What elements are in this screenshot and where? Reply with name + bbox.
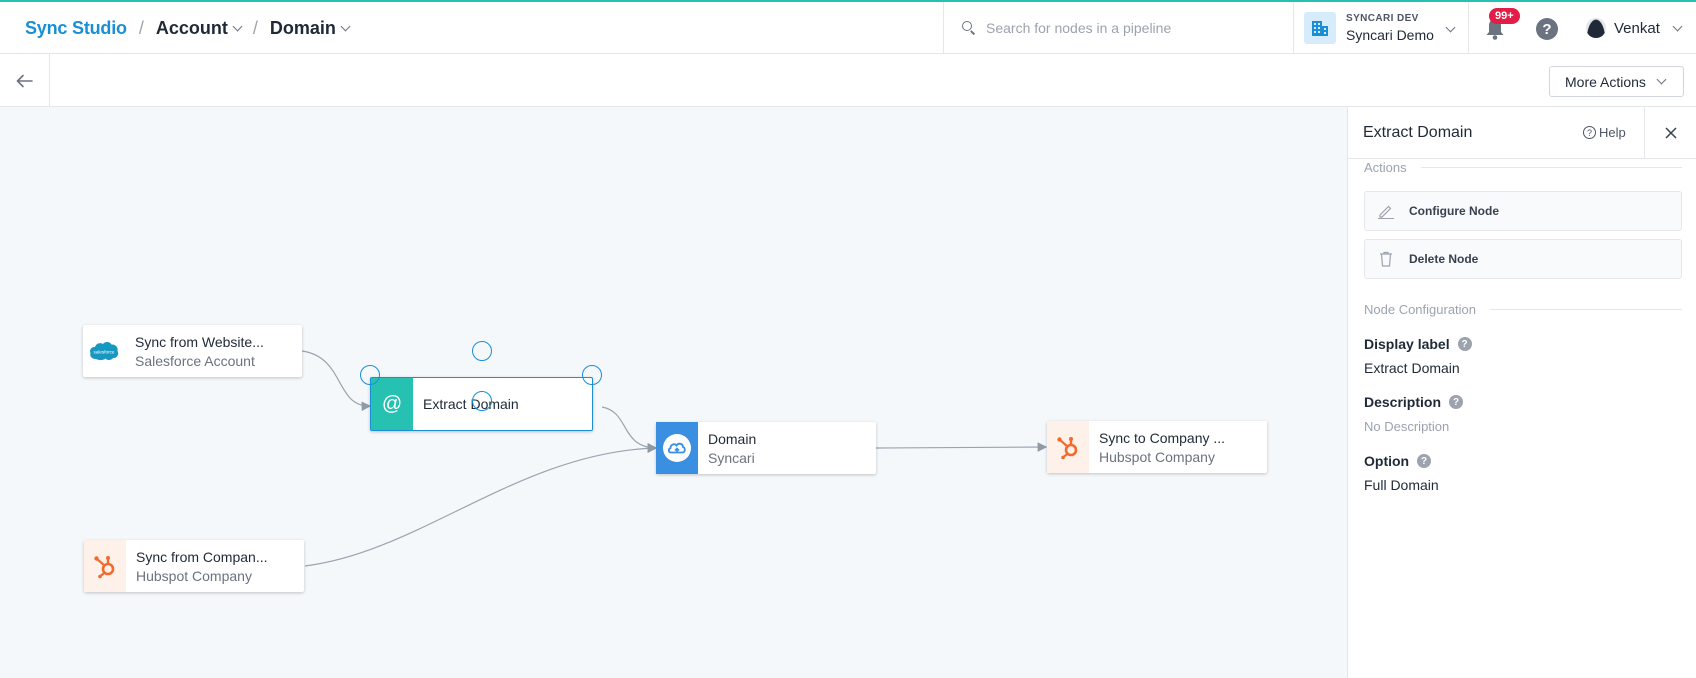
notification-badge: 99+ [1489,8,1520,24]
actions-section-label: Actions [1364,160,1407,175]
question-icon[interactable]: ? [1417,454,1432,468]
node-sync-to-company[interactable]: Sync to Company ... Hubspot Company [1047,421,1267,473]
building-icon [1304,12,1336,44]
breadcrumb-domain-label: Domain [269,17,336,38]
org-name: Syncari Demo [1346,27,1434,43]
pipeline-edges [301,350,1048,567]
configure-node-label: Configure Node [1409,204,1499,218]
arrow-left-icon [15,74,33,87]
breadcrumb-account[interactable]: Account [155,17,243,39]
pipeline-canvas[interactable]: salesforce Sync from Website... Salesfor… [0,107,1347,678]
description-field-label: Description ? [1364,394,1464,410]
panel-title: Extract Domain [1363,124,1473,141]
node-handle-right[interactable] [582,365,602,385]
node-title: Extract Domain [423,396,519,412]
node-details-panel: Extract Domain ? Help Actions Configure … [1347,107,1696,678]
node-handle-bottom[interactable] [472,391,492,411]
chevron-down-icon [1445,22,1456,33]
close-button[interactable] [1644,107,1696,159]
delete-node-button[interactable]: Delete Node [1364,239,1682,279]
user-name: Venkat [1614,19,1660,37]
hubspot-icon [1047,421,1089,473]
node-title: Sync from Website... [135,333,264,350]
panel-help-link[interactable]: ? Help [1583,125,1626,140]
node-domain[interactable]: Domain Syncari [656,422,876,474]
description-value: No Description [1364,419,1450,434]
configure-node-button[interactable]: Configure Node [1364,191,1682,231]
node-handle-left[interactable] [360,365,380,385]
breadcrumb: Sync Studio / Account / Domain [25,2,351,54]
config-section-title: Node Configuration [1364,302,1682,317]
back-button[interactable] [0,54,50,107]
panel-help-label: Help [1599,125,1626,140]
node-search [943,2,1293,54]
option-field-label: Option ? [1364,453,1432,469]
breadcrumb-separator: / [138,17,144,38]
top-header: Sync Studio / Account / Domain SYNCARI D… [0,2,1696,54]
field-label-text: Description [1364,394,1442,410]
actions-section-title: Actions [1364,160,1682,175]
org-environment: SYNCARI DEV [1346,13,1419,24]
display-label-value: Extract Domain [1364,360,1460,376]
salesforce-logo-text: salesforce [94,350,115,355]
at-sign-icon: @ [371,378,413,430]
cloud-sync-icon [656,422,698,474]
edge-company-to-domain [304,443,658,567]
question-icon: ? [1583,126,1596,139]
field-label-text: Display label [1364,336,1450,352]
toolbar: More Actions [0,54,1696,107]
question-icon[interactable]: ? [1449,395,1464,409]
node-subtitle: Salesforce Account [135,352,255,369]
trash-icon [1380,251,1392,267]
config-section-label: Node Configuration [1364,302,1477,317]
more-actions-button[interactable]: More Actions [1549,66,1684,97]
search-input[interactable] [986,20,1276,36]
node-title: Domain [708,430,757,447]
chevron-down-icon [1672,21,1683,31]
display-label-field-label: Display label ? [1364,336,1472,352]
node-sync-from-website[interactable]: salesforce Sync from Website... Salesfor… [83,325,302,377]
user-menu[interactable]: Venkat [1586,2,1683,54]
node-subtitle: Syncari [708,449,755,466]
node-title: Sync from Compan... [136,548,268,565]
chevron-down-icon [340,21,351,31]
pencil-icon [1378,205,1394,219]
at-symbol: @ [381,392,403,415]
chevron-down-icon [1656,74,1667,85]
close-icon [1665,127,1677,139]
more-actions-label: More Actions [1565,73,1646,90]
edge-domain-to-hubspot [875,442,1048,452]
option-value: Full Domain [1364,477,1439,493]
node-title: Sync to Company ... [1099,429,1226,446]
panel-header: Extract Domain ? Help [1348,107,1696,159]
edge-extract-to-domain [601,406,658,453]
help-icon[interactable]: ? [1536,18,1558,40]
delete-node-label: Delete Node [1409,252,1479,266]
salesforce-icon: salesforce [83,325,125,377]
node-subtitle: Hubspot Company [136,567,252,584]
chevron-down-icon [232,21,243,31]
field-label-text: Option [1364,453,1410,469]
hubspot-icon [84,540,126,592]
breadcrumb-separator: / [252,17,258,38]
breadcrumb-sync-studio[interactable]: Sync Studio [25,18,127,39]
question-icon[interactable]: ? [1457,337,1472,351]
node-subtitle: Hubspot Company [1099,448,1215,465]
breadcrumb-domain[interactable]: Domain [269,17,351,39]
org-switcher[interactable]: SYNCARI DEV Syncari Demo [1293,2,1469,54]
search-icon [962,21,976,35]
node-sync-from-company[interactable]: Sync from Compan... Hubspot Company [84,540,304,592]
breadcrumb-account-label: Account [155,17,228,38]
node-handle-top[interactable] [472,341,492,361]
avatar [1586,18,1606,38]
